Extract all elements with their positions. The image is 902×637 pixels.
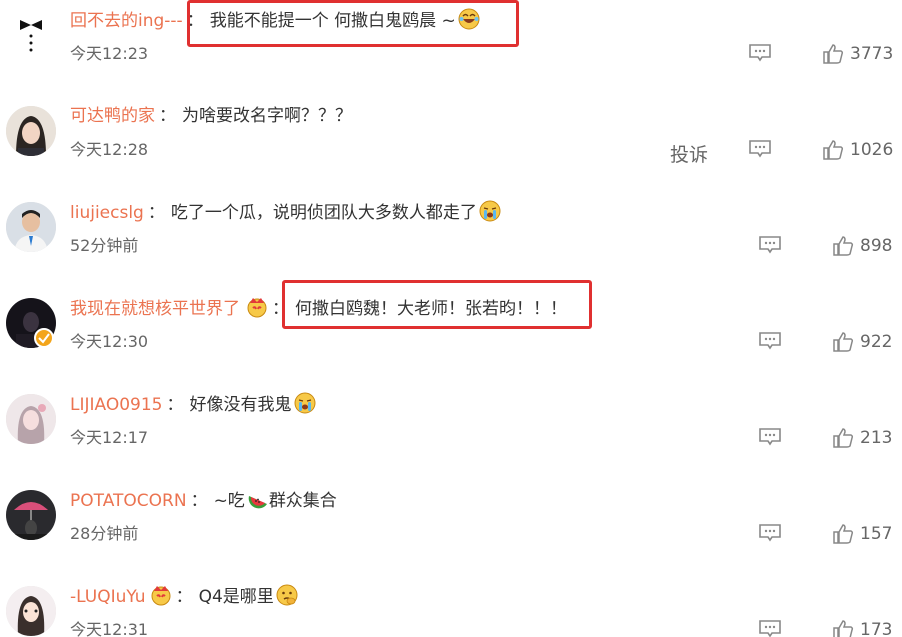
comment-text: 吃了一个瓜，说明侦团队大多数人都走了 <box>170 203 477 223</box>
like-button[interactable]: 3773 <box>822 42 893 66</box>
like-count: 213 <box>860 428 893 448</box>
comment-text-tail: 群众集合 <box>268 491 337 511</box>
comment-text-line: -LUQIuYu： Q4是哪里 <box>70 584 298 609</box>
reply-icon[interactable] <box>759 332 781 350</box>
reply-icon[interactable] <box>759 236 781 254</box>
like-count: 922 <box>860 332 893 352</box>
avatar[interactable] <box>6 6 56 56</box>
comment-text: ~吃 <box>213 491 245 511</box>
username[interactable]: POTATOCORN <box>70 491 187 511</box>
hmm-emoji <box>276 584 298 606</box>
highlight-box <box>282 280 592 329</box>
like-button[interactable]: 173 <box>832 618 892 637</box>
username[interactable]: LIJIAO0915 <box>70 395 163 415</box>
comment-time: 今天12:28 <box>70 140 149 159</box>
comment-item: 回不去的ing---：我能不能提一个 何撒白鬼鸥晨 ~ 今天12:23 3773 <box>0 0 902 96</box>
comment-item: 我现在就想核平世界了：何撒白鸥魏！大老师！张若昀！！！ 今天12:30 922 <box>0 280 902 384</box>
report-button[interactable]: 投诉 <box>670 140 708 167</box>
reply-icon[interactable] <box>759 524 781 542</box>
comment-text: 好像没有我鬼 <box>189 395 292 415</box>
thumbs-up-icon <box>833 524 854 544</box>
comment-item: 可达鸭的家：为啥要改名字啊？？？ 今天12:28 投诉 1026 <box>0 96 902 192</box>
watermelon-emoji <box>247 488 269 510</box>
reply-icon[interactable] <box>749 140 771 158</box>
thumbs-up-icon <box>833 236 854 256</box>
avatar[interactable] <box>6 202 56 252</box>
username[interactable]: 我现在就想核平世界了 <box>70 299 240 319</box>
comment-time: 今天12:23 <box>70 44 149 63</box>
like-count: 157 <box>860 524 893 544</box>
highlight-box <box>187 0 519 47</box>
crying-emoji <box>294 392 316 414</box>
crying-emoji <box>479 200 501 222</box>
crown-emoji <box>246 296 268 318</box>
avatar[interactable] <box>6 490 56 540</box>
thumbs-up-icon <box>823 44 844 64</box>
comment-item: liujiecslg：吃了一个瓜，说明侦团队大多数人都走了 52分钟前 898 <box>0 192 902 288</box>
like-button[interactable]: 1026 <box>822 138 893 162</box>
verified-badge <box>34 328 54 348</box>
like-count: 898 <box>860 236 893 256</box>
comment-time: 今天12:17 <box>70 428 149 447</box>
like-button[interactable]: 213 <box>832 426 892 450</box>
like-count: 3773 <box>850 44 894 64</box>
crown-emoji <box>150 584 172 606</box>
comment-text-line: POTATOCORN： ~吃 群众集合 <box>70 488 337 513</box>
like-button[interactable]: 157 <box>832 522 892 546</box>
comment-time: 今天12:30 <box>70 332 149 351</box>
comment-time: 28分钟前 <box>70 524 139 543</box>
comment-time: 52分钟前 <box>70 236 139 255</box>
thumbs-up-icon <box>833 620 854 637</box>
reply-icon[interactable] <box>759 428 781 446</box>
thumbs-up-icon <box>823 140 844 160</box>
reply-icon[interactable] <box>749 44 771 62</box>
comment-time: 今天12:31 <box>70 620 149 637</box>
thumbs-up-icon <box>833 428 854 448</box>
like-count: 173 <box>860 620 893 637</box>
comment-item: POTATOCORN： ~吃 群众集合 28分钟前 157 <box>0 480 902 576</box>
comment-text-line: 可达鸭的家：为啥要改名字啊？？？ <box>70 106 352 126</box>
comment-item: LIJIAO0915：好像没有我鬼 今天12:17 213 <box>0 384 902 480</box>
like-button[interactable]: 922 <box>832 330 892 354</box>
like-button[interactable]: 898 <box>832 234 892 258</box>
comment-text: Q4是哪里 <box>198 587 274 607</box>
username[interactable]: liujiecslg <box>70 203 144 223</box>
like-count: 1026 <box>850 140 894 160</box>
comment-item: -LUQIuYu： Q4是哪里 今天12:31 173 <box>0 576 902 637</box>
avatar[interactable] <box>6 394 56 444</box>
avatar[interactable] <box>6 106 56 156</box>
thumbs-up-icon <box>833 332 854 352</box>
username[interactable]: 回不去的ing--- <box>70 11 183 31</box>
comment-text: 为啥要改名字啊？？？ <box>182 106 352 126</box>
username[interactable]: -LUQIuYu <box>70 587 146 607</box>
avatar[interactable] <box>6 586 56 636</box>
comment-text-line: liujiecslg：吃了一个瓜，说明侦团队大多数人都走了 <box>70 200 501 225</box>
username[interactable]: 可达鸭的家 <box>70 106 155 126</box>
comment-text-line: LIJIAO0915：好像没有我鬼 <box>70 392 316 417</box>
reply-icon[interactable] <box>759 620 781 637</box>
